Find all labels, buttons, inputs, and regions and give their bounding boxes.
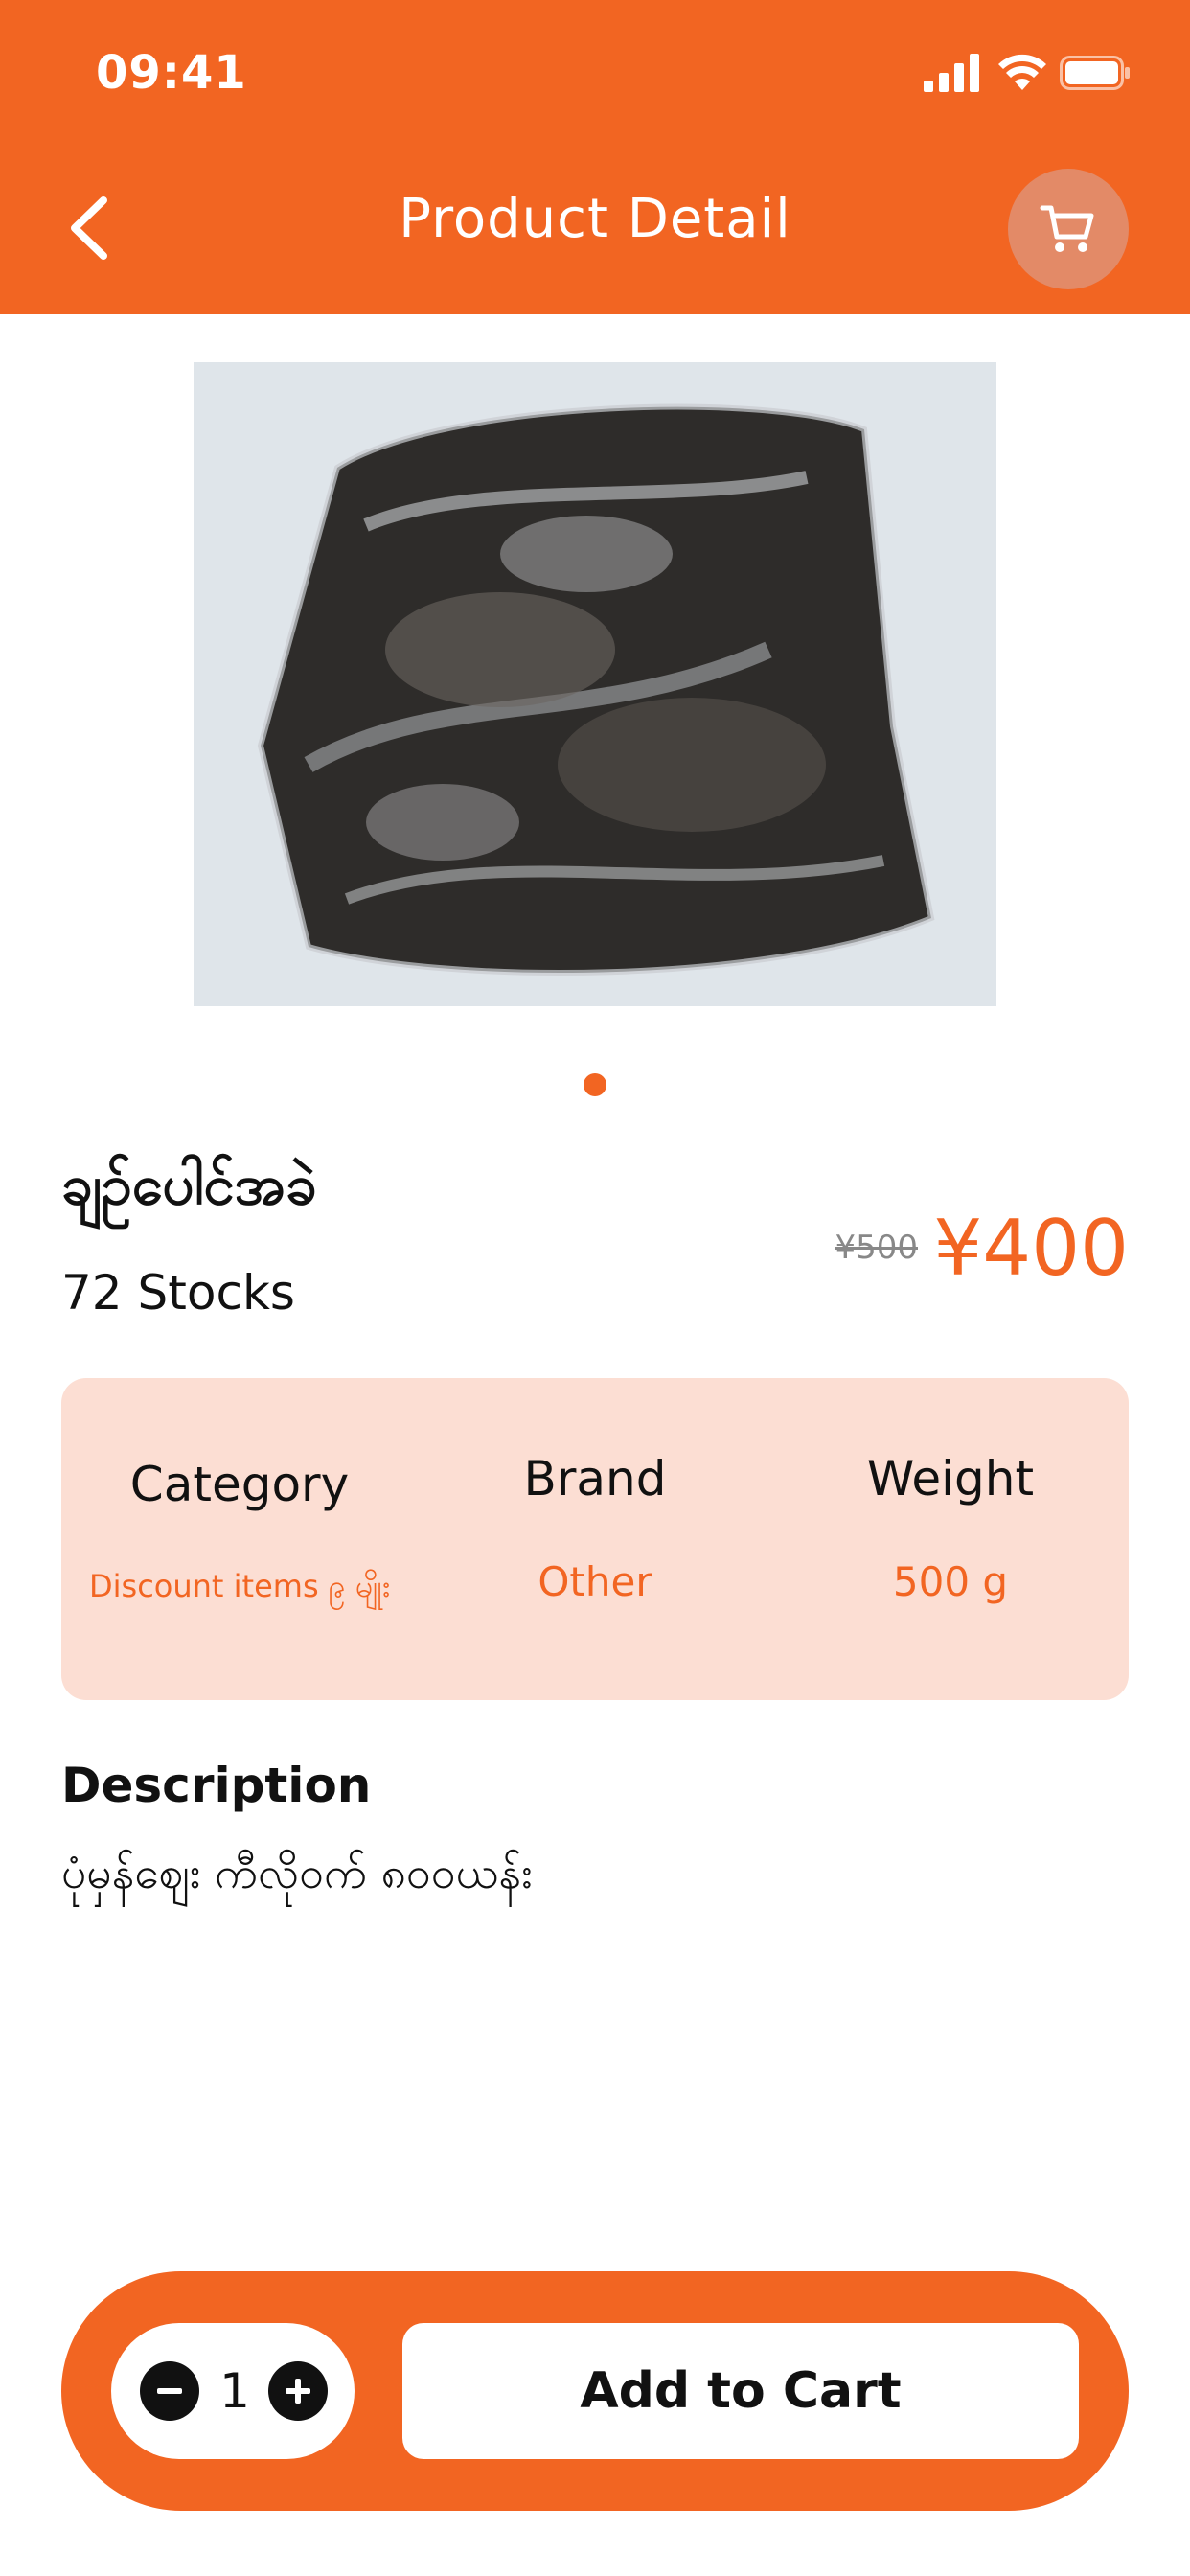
increase-quantity-button[interactable] bbox=[268, 2361, 328, 2421]
add-to-cart-button[interactable]: Add to Cart bbox=[402, 2323, 1079, 2459]
quantity-value: 1 bbox=[219, 2363, 250, 2419]
category-value: Discount items ၉ မျိုး bbox=[88, 1568, 391, 1604]
brand-info: Brand Other bbox=[417, 1378, 773, 1700]
weight-label: Weight bbox=[866, 1451, 1035, 1506]
battery-icon bbox=[1060, 56, 1130, 90]
cart-icon bbox=[1040, 205, 1094, 252]
plus-icon bbox=[286, 2379, 310, 2404]
brand-value: Other bbox=[538, 1558, 652, 1605]
category-info: Category Discount items ၉ မျိုး bbox=[61, 1378, 418, 1700]
category-label: Category bbox=[129, 1457, 350, 1512]
weight-value: 500 g bbox=[892, 1558, 1009, 1605]
current-price: ¥400 bbox=[933, 1204, 1129, 1293]
status-time: 09:41 bbox=[96, 46, 247, 100]
wifi-icon bbox=[998, 54, 1046, 90]
minus-icon bbox=[157, 2388, 182, 2394]
product-name: ချဉ်ပေါင်အခဲ bbox=[61, 1152, 317, 1217]
cart-button[interactable] bbox=[1008, 169, 1129, 289]
product-image bbox=[194, 362, 996, 1006]
app-header: 09:41 Product Detail bbox=[0, 0, 1190, 314]
cart-action-bar: 1 Add to Cart bbox=[61, 2271, 1129, 2511]
original-price: ¥500 bbox=[835, 1229, 918, 1267]
description-text: ပုံမှန်ဈေး ကီလိုဝက် ၈၀၀ယန်း bbox=[61, 1847, 533, 1898]
weight-info: Weight 500 g bbox=[772, 1378, 1129, 1700]
brand-label: Brand bbox=[523, 1451, 667, 1506]
product-info-card: Category Discount items ၉ မျိုး Brand Ot… bbox=[61, 1378, 1129, 1700]
decrease-quantity-button[interactable] bbox=[140, 2361, 199, 2421]
stock-count: 72 Stocks bbox=[61, 1265, 295, 1321]
description-title: Description bbox=[61, 1758, 372, 1813]
signal-icon bbox=[924, 54, 979, 92]
quantity-stepper: 1 bbox=[111, 2323, 355, 2459]
carousel-indicator-dot[interactable] bbox=[584, 1073, 606, 1096]
